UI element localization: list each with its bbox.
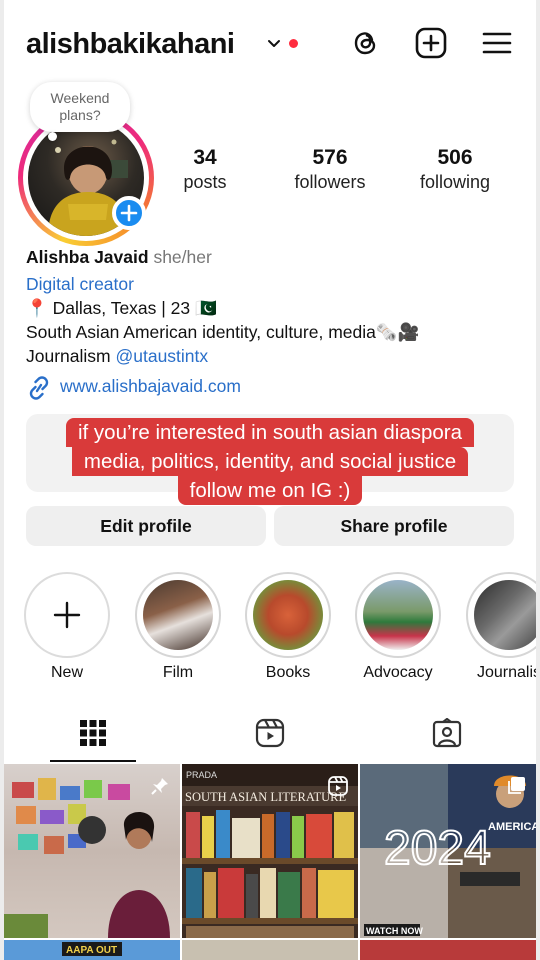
tile-side-text: AMERICAN SIKH [488, 821, 536, 833]
post-tile[interactable]: AAPA OUT [4, 940, 180, 960]
post-image: AAPA OUT [62, 942, 122, 956]
highlight-label: Advocacy [363, 664, 433, 681]
stat-value: 576 [312, 146, 348, 169]
website-url: www.alishbajavaid.com [60, 376, 241, 396]
post-tile[interactable] [4, 764, 180, 938]
stat-value: 506 [437, 146, 473, 169]
tagged-icon [432, 718, 462, 748]
tab-tagged[interactable] [358, 706, 535, 762]
tab-reels[interactable] [181, 706, 358, 762]
highlight-new[interactable]: New [23, 572, 111, 682]
pronouns: she/her [153, 247, 212, 267]
chevron-down-icon[interactable] [266, 36, 282, 52]
highlight-cover [363, 580, 433, 650]
highlight-cover [143, 580, 213, 650]
highlight-cover [474, 580, 536, 650]
caption-line: follow me on IG :) [177, 476, 363, 505]
video-caption: if you’re interested in south asian dias… [4, 418, 536, 505]
reels-icon [255, 718, 285, 748]
highlight-label: New [50, 664, 83, 681]
tile-bottom-text: AAPA OUT [66, 945, 117, 956]
reel-icon [328, 776, 348, 796]
tile-top-text: PRADA [186, 770, 217, 780]
stat-label: following [419, 172, 491, 192]
highlight-circle [24, 572, 110, 658]
stat-label: followers [294, 172, 366, 192]
highlight-journalism[interactable]: Journalis [465, 572, 536, 682]
profile-header: alishbakikahani [4, 22, 536, 68]
post-tile[interactable]: PRADA SOUTH ASIAN LITERATURE [182, 764, 358, 938]
tile-watch-text: WATCH NOW [366, 926, 423, 936]
carousel-icon [508, 777, 525, 794]
tile-year-text: 2024 [384, 822, 491, 875]
profile-note[interactable]: Weekend plans? [30, 82, 130, 132]
right-border [536, 0, 540, 960]
display-name: Alishba Javaid [26, 247, 149, 267]
link-icon [29, 376, 49, 400]
stat-followers[interactable]: 576 followers [275, 146, 385, 193]
bio-location: 📍 Dallas, Texas | 23 🇵🇰 [26, 298, 217, 318]
stat-label: posts [183, 172, 227, 192]
highlight-label: Journalis [476, 664, 536, 681]
tile-title-text: SOUTH ASIAN LITERATURE [185, 790, 346, 804]
add-story-button[interactable] [112, 196, 146, 230]
threads-icon[interactable] [349, 26, 383, 60]
tab-posts[interactable] [4, 706, 181, 762]
mention-link[interactable]: @utaustintx [115, 346, 208, 366]
posts-grid: PRADA SOUTH ASIAN LITERATURE AMERICA 202… [4, 764, 536, 960]
post-tile[interactable] [182, 940, 358, 960]
posts-grid-icon [80, 720, 106, 746]
stat-posts[interactable]: 34 posts [150, 146, 260, 193]
bio-name-row: Alishba Javaid she/her [26, 245, 212, 269]
highlight-label: Books [265, 664, 311, 681]
menu-icon[interactable] [480, 26, 514, 60]
create-post-icon[interactable] [414, 26, 448, 60]
category-label: Digital creator [26, 274, 134, 294]
username-switcher[interactable]: alishbakikahani [26, 28, 235, 61]
highlight-film[interactable]: Film [134, 572, 222, 682]
highlight-books[interactable]: Books [244, 572, 332, 682]
highlight-circle [466, 572, 536, 658]
highlight-circle [135, 572, 221, 658]
bio-journalism-row: Journalism @utaustintx [26, 344, 208, 368]
bio-line: South Asian American identity, culture, … [26, 322, 420, 342]
notification-dot [289, 39, 298, 48]
note-tail [48, 132, 57, 141]
highlight-cover [253, 580, 323, 650]
caption-line: media, politics, identity, and social ju… [71, 447, 469, 476]
share-profile-button[interactable]: Share profile [274, 506, 514, 546]
pinned-icon [151, 778, 168, 795]
post-tile[interactable] [360, 940, 536, 960]
plus-icon [53, 601, 81, 629]
highlight-circle [355, 572, 441, 658]
post-tile[interactable]: AMERICAN SIKH 2024 WATCH NOW [360, 764, 536, 938]
active-tab-indicator [50, 760, 136, 762]
highlight-circle [245, 572, 331, 658]
caption-line: if you’re interested in south asian dias… [65, 418, 475, 447]
plus-icon [120, 204, 138, 222]
bio-text: Journalism [26, 346, 116, 366]
stat-value: 34 [193, 146, 217, 169]
edit-profile-button[interactable]: Edit profile [26, 506, 266, 546]
profile-tabs [4, 706, 536, 762]
highlight-label: Film [162, 664, 194, 681]
highlight-advocacy[interactable]: Advocacy [354, 572, 442, 682]
profile-screen: alishbakikahani Weekend plans? 34 posts … [4, 0, 536, 960]
stat-following[interactable]: 506 following [400, 146, 510, 193]
